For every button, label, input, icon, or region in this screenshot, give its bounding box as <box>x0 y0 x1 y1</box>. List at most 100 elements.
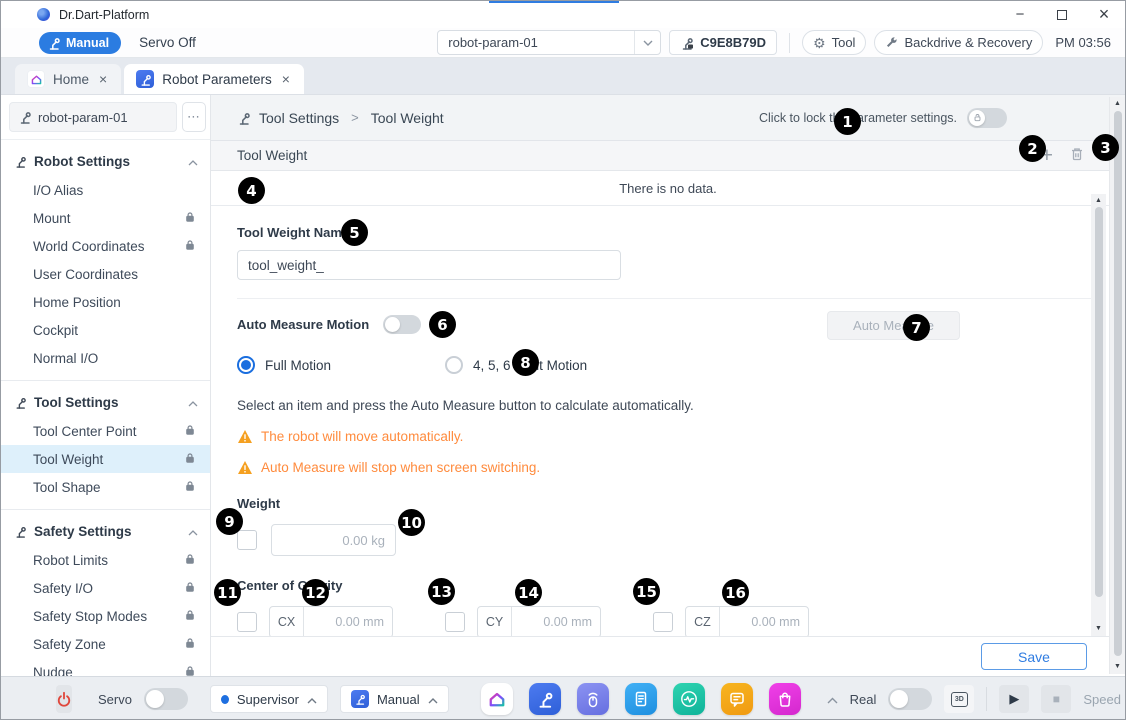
dock-monitoring-app[interactable] <box>673 683 705 715</box>
mode-select[interactable]: Manual <box>340 685 449 713</box>
lock-icon <box>184 424 196 439</box>
dock-home-app[interactable] <box>481 683 513 715</box>
sidebar-item-normal-io[interactable]: Normal I/O <box>1 344 210 372</box>
section-tool-settings-header[interactable]: Tool Settings <box>1 387 210 417</box>
full-motion-radio[interactable] <box>237 356 255 374</box>
param-file-value: robot-param-01 <box>438 35 634 50</box>
weight-checkbox[interactable] <box>237 530 257 550</box>
role-select-value: Supervisor <box>237 692 299 707</box>
cx-checkbox[interactable] <box>237 612 257 632</box>
robot-arm-icon <box>14 525 27 538</box>
save-button[interactable]: Save <box>981 643 1087 670</box>
form-scrollbar[interactable]: ▲ ▼ <box>1091 194 1106 636</box>
item-label: Nudge <box>33 665 73 677</box>
sidebar-item-safety-zone[interactable]: Safety Zone <box>1 630 210 658</box>
sidebar-item-nudge[interactable]: Nudge <box>1 658 210 676</box>
dock-task-script-app[interactable] <box>625 683 657 715</box>
delete-icon[interactable] <box>1069 146 1085 165</box>
dock-expand-chevron[interactable] <box>827 692 838 707</box>
robot-arm-icon <box>14 155 27 168</box>
tool-button[interactable]: ⚙ Tool <box>802 30 866 55</box>
sidebar-item-robot-limits[interactable]: Robot Limits <box>1 546 210 574</box>
role-select[interactable]: Supervisor <box>210 685 328 713</box>
cy-input[interactable] <box>512 615 600 629</box>
annotation-badge-3: 3 <box>1092 134 1119 161</box>
maximize-button[interactable] <box>1041 1 1083 28</box>
statusbar-divider <box>986 687 987 711</box>
cz-checkbox[interactable] <box>653 612 673 632</box>
chevron-up-icon <box>307 692 317 707</box>
item-label: Safety I/O <box>33 581 93 596</box>
store-bag-icon <box>775 689 795 709</box>
sidebar-item-tool-shape[interactable]: Tool Shape <box>1 473 210 501</box>
close-icon[interactable]: × <box>280 71 292 87</box>
stop-icon: ■ <box>1053 692 1060 706</box>
robot-arm-icon <box>18 110 32 124</box>
lock-icon <box>184 239 196 254</box>
3d-view-button[interactable]: 3D <box>944 685 974 713</box>
scroll-up-arrow[interactable]: ▲ <box>1091 196 1106 206</box>
tab-robot-parameters[interactable]: Robot Parameters × <box>124 64 304 94</box>
cz-input[interactable] <box>720 615 808 629</box>
sidebar-item-home-position[interactable]: Home Position <box>1 288 210 316</box>
auto-measure-motion-toggle[interactable] <box>383 315 421 334</box>
breadcrumb-parent[interactable]: Tool Settings <box>259 110 339 126</box>
play-button[interactable]: ▶ <box>999 685 1029 713</box>
real-sim-toggle[interactable] <box>888 688 932 710</box>
sidebar-item-tool-center-point[interactable]: Tool Center Point <box>1 417 210 445</box>
item-label: Home Position <box>33 295 121 310</box>
minimize-button[interactable]: − <box>999 1 1041 28</box>
weight-input[interactable] <box>271 524 396 556</box>
dock-remote-control-app[interactable] <box>577 683 609 715</box>
backdrive-recovery-button[interactable]: Backdrive & Recovery <box>874 30 1043 55</box>
sidebar-menu-button[interactable]: ⋯ <box>182 102 206 132</box>
dock-log-message-app[interactable] <box>721 683 753 715</box>
sidebar-item-mount[interactable]: Mount <box>1 204 210 232</box>
close-button[interactable]: × <box>1083 1 1125 28</box>
section-robot-settings-header[interactable]: Robot Settings <box>1 146 210 176</box>
item-label: Tool Weight <box>33 452 103 467</box>
sidebar-item-cockpit[interactable]: Cockpit <box>1 316 210 344</box>
auto-measure-button[interactable]: Auto Measure <box>827 311 960 340</box>
sidebar-item-world-coordinates[interactable]: World Coordinates <box>1 232 210 260</box>
tab-home[interactable]: Home × <box>15 64 121 94</box>
scrollbar-thumb[interactable] <box>1114 111 1122 656</box>
sidebar-param-name[interactable]: robot-param-01 <box>9 102 177 132</box>
scroll-down-arrow[interactable]: ▼ <box>1110 662 1125 672</box>
servo-toggle[interactable] <box>144 688 188 710</box>
warning-icon <box>237 460 253 475</box>
dock-robot-parameters-app[interactable] <box>529 683 561 715</box>
sidebar-item-user-coordinates[interactable]: User Coordinates <box>1 260 210 288</box>
scroll-up-arrow[interactable]: ▲ <box>1110 99 1125 109</box>
robot-serial-button[interactable]: C9E8B79D <box>669 30 777 55</box>
home-icon <box>27 70 45 88</box>
annotation-badge-6: 6 <box>429 311 456 338</box>
sidebar-item-io-alias[interactable]: I/O Alias <box>1 176 210 204</box>
parameter-lock-toggle[interactable] <box>967 108 1007 128</box>
sidebar-item-tool-weight[interactable]: Tool Weight <box>1 445 210 473</box>
item-label: Tool Center Point <box>33 424 137 439</box>
tool-weight-name-input[interactable] <box>237 250 621 280</box>
close-icon[interactable]: × <box>97 71 109 87</box>
section-label: Tool Settings <box>34 395 119 410</box>
param-file-select[interactable]: robot-param-01 <box>437 30 661 55</box>
page-scrollbar[interactable]: ▲ ▼ <box>1109 97 1125 674</box>
manual-mode-button[interactable]: Manual <box>39 32 121 54</box>
power-button[interactable] <box>56 685 72 713</box>
sidebar-item-safety-io[interactable]: Safety I/O <box>1 574 210 602</box>
form-divider <box>237 298 1099 299</box>
cx-input[interactable] <box>304 615 392 629</box>
form-footer: Save <box>211 636 1125 676</box>
cy-checkbox[interactable] <box>445 612 465 632</box>
joint-motion-radio[interactable] <box>445 356 463 374</box>
scrollbar-thumb[interactable] <box>1095 207 1103 597</box>
dock-store-app[interactable] <box>769 683 801 715</box>
scroll-down-arrow[interactable]: ▼ <box>1091 624 1106 634</box>
lock-icon <box>184 211 196 226</box>
stop-button[interactable]: ■ <box>1041 685 1071 713</box>
sidebar-item-safety-stop-modes[interactable]: Safety Stop Modes <box>1 602 210 630</box>
section-label: Safety Settings <box>34 524 132 539</box>
section-safety-settings-header[interactable]: Safety Settings <box>1 516 210 546</box>
tab-bar: Home × Robot Parameters × <box>1 58 1125 95</box>
monitoring-icon <box>679 689 699 709</box>
